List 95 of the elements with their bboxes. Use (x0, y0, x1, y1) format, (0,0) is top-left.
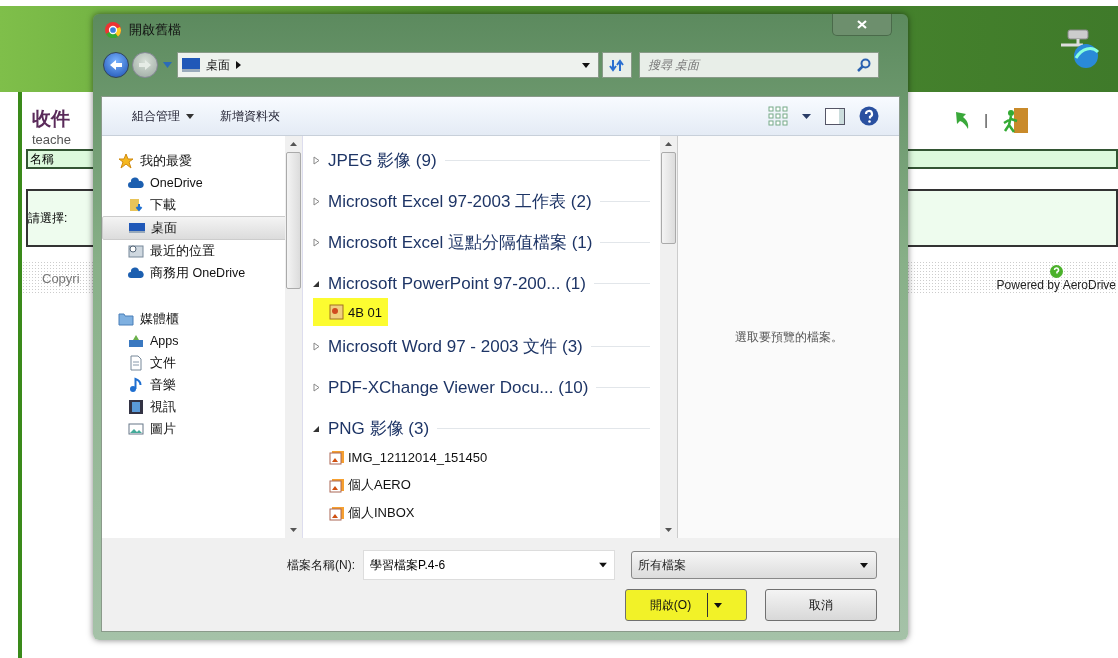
dialog-title: 開啟舊檔 (129, 21, 181, 39)
path-segment[interactable]: 桌面 (206, 56, 230, 74)
open-button[interactable]: 開啟(O) (625, 589, 747, 621)
cloud-icon (128, 175, 144, 191)
exit-door-icon[interactable] (1002, 106, 1030, 134)
file-group-header[interactable]: PNG 影像 (3) (328, 417, 430, 440)
new-folder-button[interactable]: 新增資料夾 (214, 103, 286, 129)
back-arrow-icon[interactable] (954, 110, 971, 130)
dropdown-caret-icon (714, 602, 723, 608)
back-button[interactable] (103, 52, 129, 78)
sidebar-item[interactable]: 媒體櫃 (102, 308, 285, 330)
sidebar-item[interactable]: OneDrive (102, 172, 285, 194)
scrollbar[interactable] (660, 136, 677, 538)
copyright-text: Copyri (41, 270, 80, 286)
scroll-down-icon[interactable] (290, 528, 297, 532)
cloud-icon (128, 265, 144, 281)
star-icon (118, 153, 134, 169)
sidebar-item[interactable]: 桌面 (102, 216, 285, 240)
file-group-header[interactable]: Microsoft PowerPoint 97-200... (1) (328, 273, 586, 294)
browser-logo-icon (105, 22, 121, 38)
sidebar-item[interactable]: 商務用 OneDrive (102, 262, 285, 284)
sidebar-item[interactable]: 文件 (102, 352, 285, 374)
picture-icon (128, 421, 144, 437)
search-icon (857, 58, 871, 72)
name-label: 名稱 (30, 150, 54, 168)
expand-triangle-icon[interactable] (313, 197, 320, 206)
help-icon[interactable] (859, 106, 879, 126)
scroll-thumb[interactable] (286, 152, 301, 289)
toolbox-icon (128, 333, 144, 349)
document-icon (128, 355, 144, 371)
preview-pane-icon[interactable] (825, 107, 845, 125)
filename-field[interactable]: 學習檔案P.4-6 (363, 550, 615, 580)
sidebar-item[interactable]: 音樂 (102, 374, 285, 396)
user-name: teache (32, 132, 72, 147)
scroll-thumb[interactable] (661, 152, 676, 244)
separator-text: | (984, 112, 988, 128)
file-item[interactable]: 個人INBOX (313, 499, 421, 527)
sidebar-item[interactable]: 最近的位置 (102, 240, 285, 262)
search-field[interactable]: 搜尋 桌面 (639, 52, 879, 78)
sidebar-item[interactable]: Apps (102, 330, 285, 352)
expand-triangle-icon[interactable] (313, 156, 320, 165)
network-globe-icon[interactable] (1058, 28, 1102, 70)
dropdown-caret-icon (599, 562, 607, 568)
collapse-triangle-icon[interactable] (313, 424, 320, 433)
caret-icon[interactable] (802, 113, 811, 119)
collapse-triangle-icon[interactable] (313, 279, 320, 288)
file-group-header[interactable]: PDF-XChange Viewer Docu... (10) (328, 377, 589, 398)
select-label: 請選擇: (28, 209, 68, 227)
powered-by-text: Powered by AeroDrive (996, 277, 1116, 292)
sidebar-item[interactable]: 圖片 (102, 418, 285, 440)
folder-download-icon (128, 197, 144, 213)
file-type-dropdown[interactable]: 所有檔案 (631, 551, 877, 579)
right-arrow-icon (138, 59, 152, 71)
music-note-icon (128, 377, 144, 393)
sidebar-item[interactable]: 下載 (102, 194, 285, 216)
left-arrow-icon (109, 59, 123, 71)
close-button[interactable] (832, 14, 892, 36)
film-icon (128, 399, 144, 415)
image-file-icon (329, 449, 345, 465)
filename-label: 檔案名稱(N): (287, 556, 355, 574)
file-group-header[interactable]: Microsoft Excel 逗點分隔值檔案 (1) (328, 231, 593, 254)
close-icon (857, 20, 867, 29)
desktop-icon (129, 220, 145, 236)
image-file-icon (329, 505, 345, 521)
expand-triangle-icon[interactable] (313, 383, 320, 392)
file-group-header[interactable]: JPEG 影像 (9) (328, 149, 437, 172)
breadcrumb-arrow-icon[interactable] (236, 61, 241, 69)
dropdown-caret-icon[interactable] (582, 62, 590, 68)
cancel-button[interactable]: 取消 (765, 589, 877, 621)
scroll-up-icon[interactable] (665, 142, 672, 146)
scroll-up-icon[interactable] (290, 142, 297, 146)
caret-icon (186, 113, 194, 119)
preview-hint-text: 選取要預覽的檔案。 (734, 328, 843, 346)
organize-button[interactable]: 組合管理 (126, 103, 200, 129)
address-bar[interactable]: 桌面 (177, 52, 599, 78)
image-file-icon (329, 477, 345, 493)
refresh-button[interactable] (602, 52, 632, 78)
file-item[interactable]: 4B 01 (313, 298, 388, 326)
presentation-file-icon (329, 304, 345, 320)
file-group-header[interactable]: Microsoft Excel 97-2003 工作表 (2) (328, 190, 592, 213)
refresh-arrows-icon (609, 58, 625, 72)
sidebar-item[interactable]: 我的最愛 (102, 150, 285, 172)
dropdown-caret-icon (860, 562, 868, 568)
clock-folder-icon (128, 243, 144, 259)
file-group-header[interactable]: Microsoft Word 97 - 2003 文件 (3) (328, 335, 583, 358)
folder-icon (118, 311, 134, 327)
scroll-down-icon[interactable] (665, 528, 672, 532)
scrollbar[interactable] (285, 136, 302, 538)
page-heading: 收件 (32, 107, 71, 131)
file-item[interactable]: 個人AERO (313, 471, 417, 499)
file-item[interactable]: IMG_12112014_151450 (313, 443, 494, 471)
sidebar-item[interactable]: 視訊 (102, 396, 285, 418)
expand-triangle-icon[interactable] (313, 238, 320, 247)
expand-triangle-icon[interactable] (313, 342, 320, 351)
desktop-icon (182, 58, 200, 72)
